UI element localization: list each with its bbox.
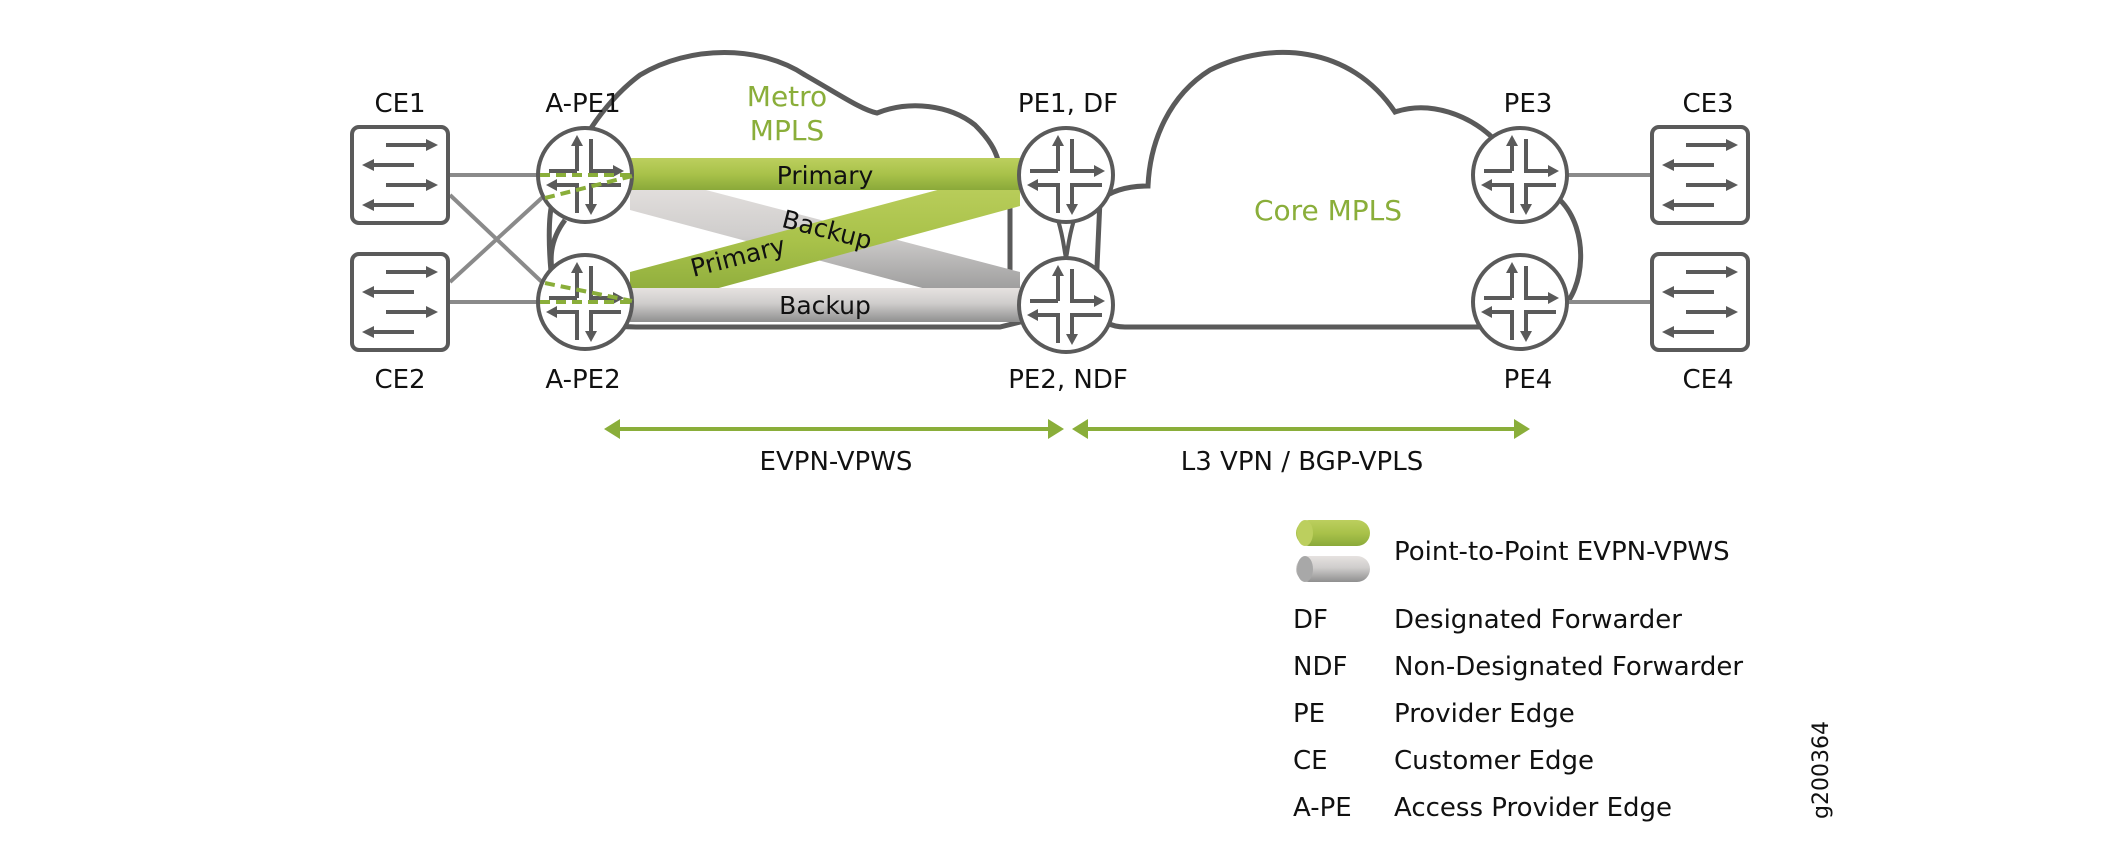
legend-text: Designated Forwarder xyxy=(1394,605,1682,635)
legend-abbr: DF xyxy=(1293,605,1328,635)
router-pe4-icon[interactable] xyxy=(1471,253,1569,351)
label-pe2: PE2, NDF xyxy=(1008,365,1128,395)
label-pe3: PE3 xyxy=(1504,89,1553,119)
pe1-pe2-link xyxy=(1056,219,1076,259)
legend-abbr: A-PE xyxy=(1293,793,1352,823)
router-pe1-icon[interactable] xyxy=(1017,126,1115,224)
legend-text: Customer Edge xyxy=(1394,746,1594,776)
legend-green-tube-icon xyxy=(1296,520,1370,546)
router-ape2-icon[interactable] xyxy=(536,253,634,351)
legend-text: Access Provider Edge xyxy=(1394,793,1672,823)
router-ape1-icon[interactable] xyxy=(536,126,634,224)
legend-abbr: CE xyxy=(1293,746,1328,776)
switch-ce2-icon[interactable] xyxy=(350,252,450,352)
label-ape2: A-PE2 xyxy=(545,365,620,395)
metro-cloud-label-line2: MPLS xyxy=(750,114,824,147)
legend-gray-tube-icon xyxy=(1296,556,1370,582)
legend-abbr: PE xyxy=(1293,699,1325,729)
label-pe4: PE4 xyxy=(1504,365,1553,395)
span-label-evpn-vpws: EVPN-VPWS xyxy=(760,447,913,477)
label-ape1: A-PE1 xyxy=(545,89,620,119)
switch-ce3-icon[interactable] xyxy=(1650,125,1750,225)
span-label-l3vpn: L3 VPN / BGP-VPLS xyxy=(1181,447,1423,477)
network-diagram: Primary Backup Primary Backup CE1 CE2 A-… xyxy=(350,49,1834,823)
span-arrow-evpn-vpws xyxy=(604,419,1064,439)
router-pe2-icon[interactable] xyxy=(1017,256,1115,354)
label-pe1: PE1, DF xyxy=(1018,89,1118,119)
label-ce1: CE1 xyxy=(374,89,425,119)
tube-backup-bottom-label: Backup xyxy=(779,291,871,320)
metro-cloud-label-line1: Metro xyxy=(747,80,827,113)
tube-primary-top-label: Primary xyxy=(777,161,874,190)
legend: Point-to-Point EVPN-VPWS DF Designated F… xyxy=(1293,520,1743,823)
legend-text: Non-Designated Forwarder xyxy=(1394,652,1743,682)
label-ce2: CE2 xyxy=(374,365,425,395)
router-pe3-icon[interactable] xyxy=(1471,126,1569,224)
ce-ape-links xyxy=(448,173,547,304)
figure-id: g200364 xyxy=(1809,721,1834,819)
label-ce4: CE4 xyxy=(1682,365,1733,395)
switch-ce4-icon[interactable] xyxy=(1650,252,1750,352)
legend-abbr: NDF xyxy=(1293,652,1347,682)
switch-ce1-icon[interactable] xyxy=(350,125,450,225)
label-ce3: CE3 xyxy=(1682,89,1733,119)
span-arrow-l3vpn xyxy=(1072,419,1530,439)
legend-text: Provider Edge xyxy=(1394,699,1575,729)
legend-tube-label: Point-to-Point EVPN-VPWS xyxy=(1394,537,1730,567)
core-cloud-label: Core MPLS xyxy=(1254,194,1402,227)
